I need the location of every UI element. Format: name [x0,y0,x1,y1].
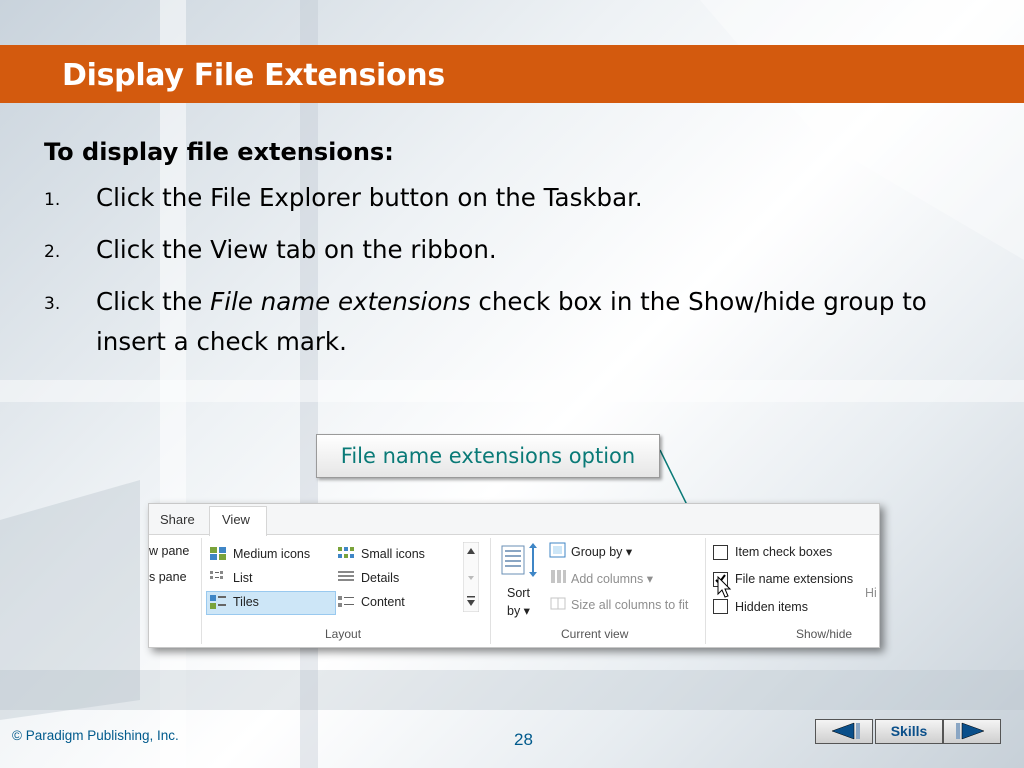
small-icons-icon [338,547,354,558]
group-divider [490,538,491,644]
size-columns-icon [550,597,566,610]
layout-small-icons[interactable]: Small icons [361,547,425,561]
file-name-extensions-label[interactable]: File name extensions [735,572,853,586]
group-label-current-view: Current view [561,627,629,641]
copyright-text: © Paradigm Publishing, Inc. [12,728,179,743]
tab-view[interactable]: View [222,512,250,527]
size-all-columns-button[interactable]: Size all columns to fit [571,598,688,612]
callout-leader-line [659,449,723,577]
layout-list[interactable]: List [233,571,252,585]
layout-tiles[interactable]: Tiles [233,595,259,609]
details-icon [338,571,354,581]
slide-navigation: Skills [815,719,1001,744]
preview-pane-button[interactable]: w pane [149,544,189,558]
hidden-items-label[interactable]: Hidden items [735,600,808,614]
page-number: 28 [514,730,533,749]
previous-slide-button[interactable] [815,719,873,744]
group-label-show-hide: Show/hide [796,627,853,641]
tab-share[interactable]: Share [160,512,195,527]
hide-selected-items-cutoff[interactable]: Hi [865,586,877,600]
layout-content[interactable]: Content [361,595,405,609]
tiles-icon [210,595,226,609]
callout-label: File name extensions option [316,434,660,478]
next-slide-button[interactable] [943,719,1001,744]
add-columns-button[interactable]: Add columns ▾ [571,571,653,586]
group-label-layout: Layout [325,627,362,641]
item-check-boxes-checkbox[interactable] [713,545,728,560]
sort-by-icon [501,543,537,577]
item-check-boxes-label[interactable]: Item check boxes [735,545,832,559]
mouse-pointer-icon [717,576,732,598]
ribbon-screenshot: Share View w pane s pane Medium icons Sm… [148,503,880,648]
sort-by-label-2[interactable]: by ▾ [507,603,530,618]
group-divider [201,538,202,644]
group-divider [705,538,706,644]
layout-details[interactable]: Details [361,571,399,585]
add-columns-icon [551,570,566,583]
layout-scrollbar[interactable] [463,542,479,612]
hidden-items-checkbox[interactable] [713,599,728,614]
previous-arrow-icon [831,722,860,740]
group-by-icon [549,542,566,558]
sort-by-label-1[interactable]: Sort [507,586,530,600]
list-icon [210,571,223,579]
skills-button[interactable]: Skills [875,719,943,744]
next-arrow-icon [956,722,985,740]
group-by-button[interactable]: Group by ▾ [571,544,632,559]
details-pane-button[interactable]: s pane [149,570,187,584]
content-icon [338,596,354,607]
medium-icons-icon [210,547,226,560]
layout-medium-icons[interactable]: Medium icons [233,547,310,561]
ribbon-tab-bar: Share View [149,504,879,536]
